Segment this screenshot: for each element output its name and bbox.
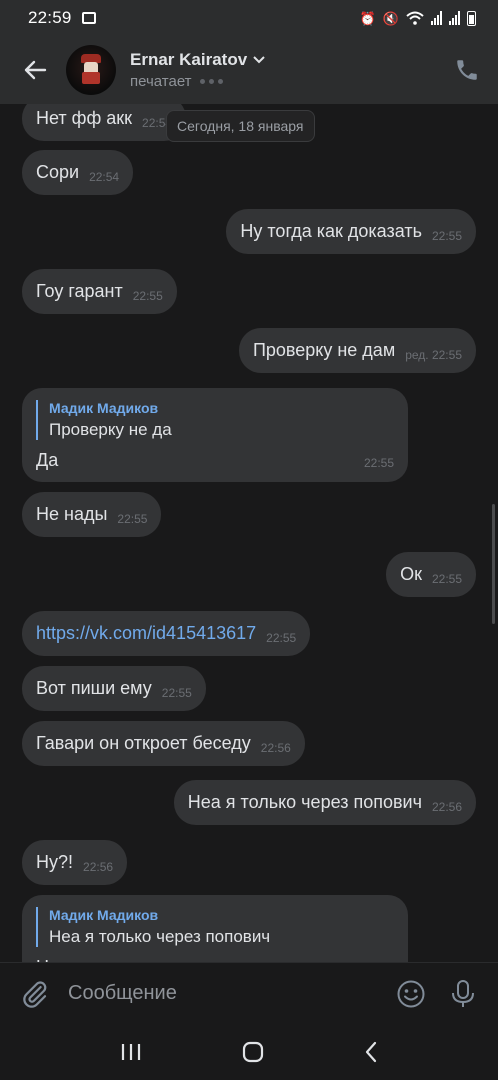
message-time: 22:55 [117,511,148,526]
gallery-notification-icon [81,12,96,24]
quoted-author: Мадик Мадиков [49,907,159,923]
message-time: 22:56 [431,799,462,814]
call-button[interactable] [454,57,480,83]
quoted-message[interactable]: Мадик Мадиков Проверку не да [36,400,394,440]
message-link[interactable]: https://vk.com/id415413617 [36,623,256,644]
message-bubble[interactable]: Вот пиши ему 22:55 [22,666,206,711]
message-composer: Сообщение [0,962,498,1024]
message-text: Неа я только через попович [187,792,422,812]
status-time: 22:59 [28,8,72,27]
message-text: Не нады [36,504,108,524]
message-text: Ок [400,564,422,584]
message-bubble[interactable]: Неа я только через попович 22:56 [173,780,476,825]
status-bar: 22:59 ⏰ 🔇 [0,0,498,36]
quoted-text: Неа я только через попович [49,927,271,946]
signal-2-icon [449,11,460,25]
message-bubble[interactable]: Сори 22:54 [22,150,134,195]
phone-icon [457,60,477,80]
message-text: Ну тогда как доказать [240,221,422,241]
message-text: Проверку не дам [252,340,396,360]
message-list[interactable]: Нет фф акк 22:54 Сегодня, 18 января Сори… [0,104,498,962]
home-icon [242,1041,264,1063]
recents-button[interactable] [120,1042,142,1062]
message-time: 22:55 [132,288,163,303]
chevron-down-icon [253,56,265,64]
message-time: 22:55 [431,228,462,243]
wifi-icon [406,11,424,25]
typing-status: печатает [130,73,192,90]
attach-icon [23,980,47,1008]
message-text: Вот пиши ему [36,678,152,698]
message-text: Ну?! [36,852,74,872]
nav-back-icon [365,1041,377,1063]
message-input[interactable]: Сообщение [68,982,177,1005]
home-button[interactable] [242,1041,264,1063]
back-button[interactable] [20,55,50,85]
message-bubble[interactable]: https://vk.com/id415413617 22:55 [22,611,311,656]
message-time: 22:55 [161,685,192,700]
system-nav-bar [0,1024,498,1080]
avatar[interactable] [66,45,116,95]
message-bubble[interactable]: Гоу гарант 22:55 [22,269,177,314]
message-time: ред. 22:55 [405,347,462,362]
alarm-icon: ⏰ [359,10,376,26]
chat-header: Ernar Kairatov печатает [0,36,498,104]
status-icons: ⏰ 🔇 [359,10,476,26]
battery-icon [467,10,476,26]
message-time: 22:55 [266,630,297,645]
message-time: 22:55 [431,571,462,586]
nav-back-button[interactable] [364,1041,378,1063]
typing-dots-icon [199,79,223,84]
voice-message-button[interactable] [450,979,476,1009]
message-bubble[interactable]: Ну тогда как доказать 22:55 [226,209,476,254]
message-bubble[interactable]: Ну?! 22:56 [22,840,128,885]
message-bubble[interactable]: Ок 22:55 [386,552,476,597]
quoted-author: Мадик Мадиков [49,400,159,416]
message-time: 22:56 [83,859,114,874]
message-text: Сори [36,162,80,182]
emoji-button[interactable] [396,979,426,1009]
mic-icon [452,979,474,1007]
recents-icon [121,1044,141,1060]
message-text: Гоу гарант [36,281,123,301]
message-bubble[interactable]: Гавари он откроет беседу 22:56 [22,721,305,766]
scrollbar[interactable] [492,504,495,624]
quoted-message[interactable]: Мадик Мадиков Неа я только через попович [36,907,394,947]
message-bubble[interactable]: Проверку не дам ред. 22:55 [238,328,476,373]
message-bubble[interactable]: Не нады 22:55 [22,492,162,537]
message-time: 22:54 [89,169,120,184]
chat-title[interactable]: Ernar Kairatov печатает [130,50,265,90]
message-text: Нет фф акк [36,108,133,128]
quoted-text: Проверку не да [49,420,172,439]
reply-message-bubble[interactable]: Мадик Мадиков Проверку не да Да 22:55 [22,388,408,482]
message-time: 22:56 [260,740,291,755]
signal-icon [431,11,442,25]
date-divider: Сегодня, 18 января [166,110,315,142]
contact-name: Ernar Kairatov [130,50,248,69]
message-bubble[interactable]: Нет фф акк 22:54 [22,104,187,141]
mute-icon: 🔇 [382,10,399,26]
attach-button[interactable] [20,979,50,1009]
reply-message-bubble[interactable]: Мадик Мадиков Неа я только через попович… [22,895,408,962]
back-arrow-icon [24,60,47,80]
message-time: 22:55 [363,456,394,470]
emoji-icon [397,980,425,1007]
message-text: Гавари он откроет беседу [36,733,251,753]
message-text: Да [36,450,59,470]
